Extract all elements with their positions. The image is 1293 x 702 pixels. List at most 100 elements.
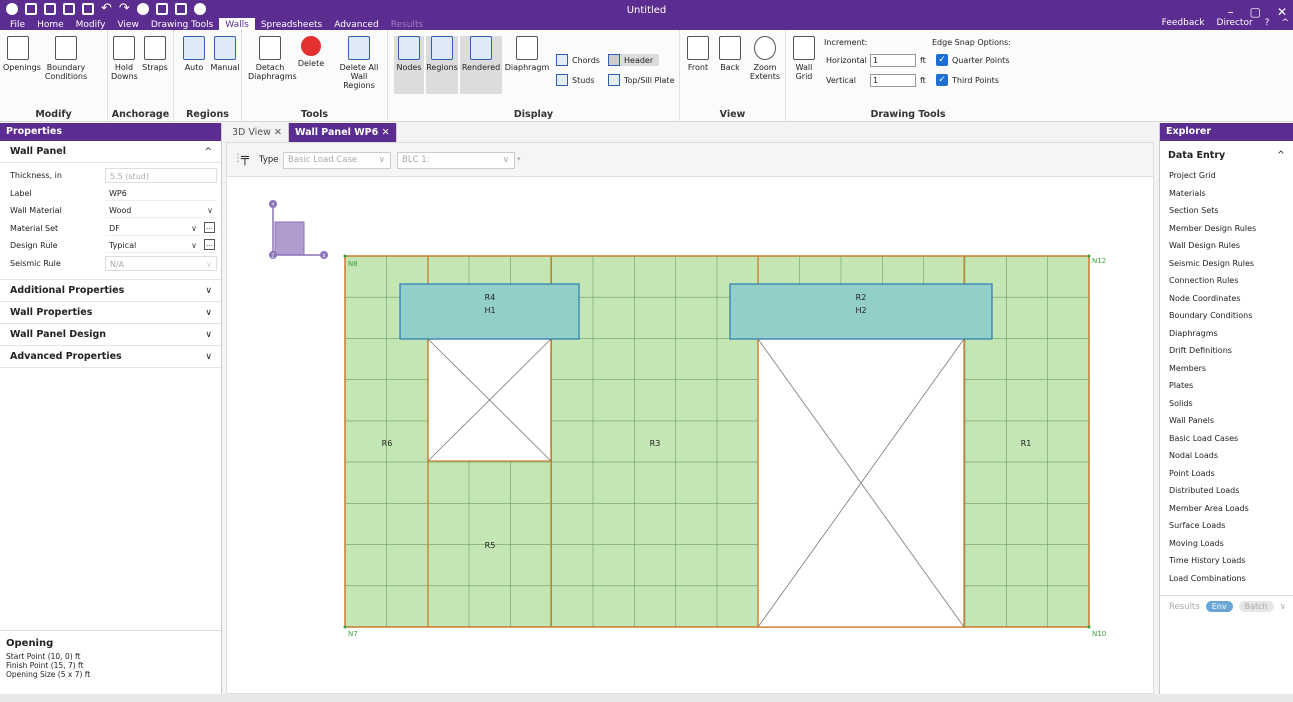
batch-toggle[interactable]: Batch	[1238, 601, 1274, 612]
director-link[interactable]: Director	[1217, 18, 1253, 28]
menu-modify[interactable]: Modify	[70, 18, 112, 30]
additional-properties-section[interactable]: Additional Properties ∨	[0, 280, 221, 302]
menu-drawing-tools[interactable]: Drawing Tools	[145, 18, 219, 30]
wall-material-select[interactable]: Wood ∨	[105, 203, 217, 219]
blc-select[interactable]: BLC 1: ∨	[397, 152, 515, 169]
explorer-item-materials[interactable]: Materials	[1160, 185, 1293, 203]
chords-toggle[interactable]: Chords	[556, 54, 600, 66]
material-set-select[interactable]: DF ∨…	[105, 221, 217, 236]
wall-grid-button[interactable]: Wall Grid	[790, 36, 818, 81]
more-icon[interactable]: ▾	[517, 155, 521, 163]
auto-regions-button[interactable]: Auto	[180, 36, 208, 72]
explorer-item-distributed-loads[interactable]: Distributed Loads	[1160, 482, 1293, 500]
explorer-item-node-coordinates[interactable]: Node Coordinates	[1160, 290, 1293, 308]
menu-results[interactable]: Results	[385, 18, 430, 30]
node-marker[interactable]	[343, 625, 347, 629]
top-sill-plate-toggle[interactable]: Top/Sill Plate	[608, 74, 675, 86]
explorer-item-basic-load-cases[interactable]: Basic Load Cases	[1160, 430, 1293, 448]
menu-advanced[interactable]: Advanced	[328, 18, 384, 30]
nodes-toggle[interactable]: Nodes	[394, 36, 424, 94]
explorer-item-plates[interactable]: Plates	[1160, 377, 1293, 395]
delete-all-wall-regions-button[interactable]: Delete All Wall Regions	[334, 36, 384, 90]
detach-diaphragms-button[interactable]: Detach Diaphragms	[248, 36, 297, 81]
wall-panel-design-section[interactable]: Wall Panel Design ∨	[0, 324, 221, 346]
rendered-toggle[interactable]: Rendered	[460, 36, 502, 94]
load-case-type-select[interactable]: Basic Load Case ∨	[283, 152, 391, 169]
hold-downs-button[interactable]: Hold Downs	[111, 36, 138, 81]
third-points-checkbox[interactable]: ✓ Third Points	[936, 74, 999, 86]
minimize-icon[interactable]: –	[1228, 5, 1234, 19]
explorer-item-diaphragms[interactable]: Diaphragms	[1160, 325, 1293, 343]
advanced-properties-section[interactable]: Advanced Properties ∨	[0, 346, 221, 368]
explorer-item-wall-design-rules[interactable]: Wall Design Rules	[1160, 237, 1293, 255]
explorer-item-seismic-design-rules[interactable]: Seismic Design Rules	[1160, 255, 1293, 273]
tab-wall-panel[interactable]: Wall Panel WP6 ✕	[288, 123, 397, 142]
vertical-increment-input[interactable]: 1	[870, 74, 916, 87]
group-display: Nodes Regions Rendered Diaphragm Chords …	[388, 30, 680, 122]
delete-button[interactable]: Delete	[294, 36, 328, 68]
explorer-item-section-sets[interactable]: Section Sets	[1160, 202, 1293, 220]
ellipsis-icon[interactable]: …	[204, 239, 215, 251]
explorer-item-surface-loads[interactable]: Surface Loads	[1160, 517, 1293, 535]
region-label: R5	[485, 541, 496, 550]
ellipsis-icon[interactable]: …	[204, 221, 215, 233]
explorer-item-solids[interactable]: Solids	[1160, 395, 1293, 413]
status-bar	[0, 694, 1293, 702]
wall-properties-section[interactable]: Wall Properties ∨	[0, 302, 221, 324]
explorer-item-nodal-loads[interactable]: Nodal Loads	[1160, 447, 1293, 465]
back-view-button[interactable]: Back	[716, 36, 744, 72]
top-sill-icon	[608, 74, 620, 86]
explorer-item-time-history-loads[interactable]: Time History Loads	[1160, 552, 1293, 570]
regions-toggle[interactable]: Regions	[426, 36, 458, 94]
feedback-link[interactable]: Feedback	[1162, 18, 1205, 28]
studs-toggle[interactable]: Studs	[556, 74, 595, 86]
horizontal-increment-input[interactable]: 1	[870, 54, 916, 67]
menu-view[interactable]: View	[111, 18, 144, 30]
explorer-item-member-design-rules[interactable]: Member Design Rules	[1160, 220, 1293, 238]
design-rule-select[interactable]: Typical ∨…	[105, 238, 217, 254]
menu-home[interactable]: Home	[31, 18, 70, 30]
node-marker[interactable]	[1087, 254, 1091, 258]
close-icon[interactable]: ✕	[382, 127, 390, 138]
env-toggle[interactable]: Env	[1205, 601, 1233, 612]
straps-button[interactable]: Straps	[141, 36, 169, 72]
chords-icon	[556, 54, 568, 66]
quarter-points-checkbox[interactable]: ✓ Quarter Points	[936, 54, 1009, 66]
menu-walls[interactable]: Walls	[219, 18, 255, 30]
tab-3d-view[interactable]: 3D View ✕	[226, 123, 289, 142]
data-entry-section[interactable]: Data Entry ^	[1160, 141, 1293, 167]
collapse-ribbon-icon[interactable]: ^	[1281, 18, 1289, 28]
explorer-item-members[interactable]: Members	[1160, 360, 1293, 378]
chevron-up-icon[interactable]: ^	[204, 141, 212, 163]
boundary-conditions-button[interactable]: Boundary Conditions	[36, 36, 96, 81]
explorer-item-load-combinations[interactable]: Load Combinations	[1160, 570, 1293, 588]
menu-file[interactable]: File	[4, 18, 31, 30]
chevron-down-icon[interactable]: ∨	[1280, 602, 1286, 612]
maximize-icon[interactable]: ▢	[1250, 5, 1261, 19]
explorer-item-member-area-loads[interactable]: Member Area Loads	[1160, 500, 1293, 518]
explorer-item-boundary-conditions[interactable]: Boundary Conditions	[1160, 307, 1293, 325]
diaphragm-toggle[interactable]: Diaphragm	[504, 36, 550, 72]
wall-panel-section[interactable]: Wall Panel ^	[0, 141, 221, 163]
zoom-extents-button[interactable]: Zoom Extents	[748, 36, 782, 81]
front-view-button[interactable]: Front	[684, 36, 712, 72]
explorer-item-wall-panels[interactable]: Wall Panels	[1160, 412, 1293, 430]
explorer-list: Project Grid Materials Section Sets Memb…	[1160, 167, 1293, 587]
explorer-item-point-loads[interactable]: Point Loads	[1160, 465, 1293, 483]
label-field[interactable]: WP6	[105, 186, 217, 201]
node-marker[interactable]	[343, 254, 347, 258]
header-toggle[interactable]: Header	[608, 54, 660, 66]
help-button[interactable]: ?	[1265, 18, 1270, 28]
openings-button[interactable]: Openings	[3, 36, 41, 72]
chevron-up-icon[interactable]: ^	[1277, 150, 1285, 161]
node-marker[interactable]	[1087, 625, 1091, 629]
manual-regions-button[interactable]: Manual	[210, 36, 240, 72]
close-icon[interactable]: ✕	[274, 127, 282, 138]
menu-spreadsheets[interactable]: Spreadsheets	[255, 18, 328, 30]
explorer-item-project-grid[interactable]: Project Grid	[1160, 167, 1293, 185]
explorer-item-moving-loads[interactable]: Moving Loads	[1160, 535, 1293, 553]
explorer-item-drift-definitions[interactable]: Drift Definitions	[1160, 342, 1293, 360]
group-label-display: Display	[513, 109, 554, 120]
close-icon[interactable]: ✕	[1277, 5, 1287, 19]
explorer-item-connection-rules[interactable]: Connection Rules	[1160, 272, 1293, 290]
